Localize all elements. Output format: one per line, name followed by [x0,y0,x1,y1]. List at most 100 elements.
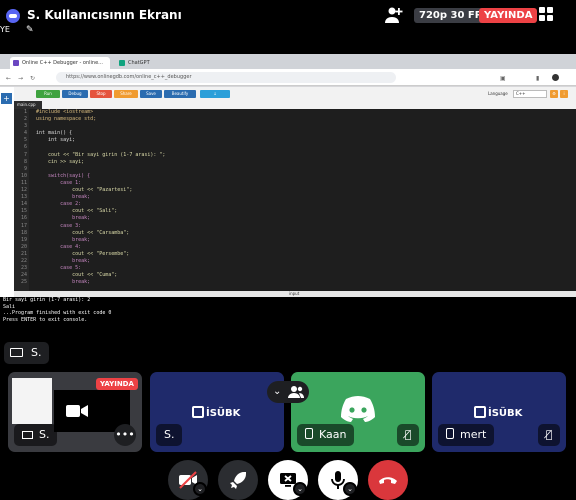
mobile-icon [305,428,313,439]
line-number: 23 [20,265,27,272]
profile-avatar[interactable] [552,74,559,81]
mobile-icon [446,428,454,439]
forward-icon[interactable]: → [18,75,23,82]
participant-name-mert: mert [438,424,495,446]
code-content: #include <iostream> using namespace std; i… [36,109,165,286]
stream-title: S. Kullanıcısının Ekranı [27,8,182,22]
beautify-button[interactable]: Beautify [164,90,196,98]
participant-tile-stream[interactable]: YAYINDA S. ••• [8,372,142,452]
line-number: 20 [20,243,27,250]
line-number-gutter: 1 2 3 4 5 6 7 8 9 10 11 12 13 14 15 16 17 18 19 20 21 22 23 24 2… [14,109,29,291]
url-field[interactable]: https://www.onlinegdb.com/online_c++_deb… [56,72,396,83]
code-line: switch(sayi) { [36,172,91,179]
add-user-icon[interactable] [384,6,404,24]
file-tab[interactable]: main.cpp [14,101,42,109]
mic-muted-icon: 🎙̸ [397,424,419,446]
code-line: cin >> sayi; [36,158,85,165]
back-icon[interactable]: ← [6,75,11,82]
code-line: case 1: [36,179,82,186]
line-number: 16 [20,215,27,222]
top-bar: S. Kullanıcısının Ekranı YE ✎ 720p 30 FP… [0,0,576,54]
code-line: break; [36,279,91,286]
ide-area: + Run Debug Stop Share Save Beautify ↓ L… [0,87,576,368]
participant-tile-s[interactable]: İSÜBK S. [150,372,284,452]
channel-subtitle: YE [0,25,10,34]
new-file-icon[interactable]: + [1,93,12,104]
browser-tab-strip: Online C++ Debugger - online... ChatGPT [0,54,576,69]
screen-share-icon [10,348,23,357]
console-line: Sali [3,303,16,310]
code-line: case 2: [36,201,82,208]
discord-icon [6,9,20,23]
tile-live-badge: YAYINDA [96,378,138,390]
edit-pencil-icon[interactable]: ✎ [26,25,34,35]
run-button[interactable]: Run [36,90,60,98]
language-select[interactable]: C++ [513,90,547,98]
browser-tab-onlinegdb[interactable]: Online C++ Debugger - online... [10,57,110,69]
code-line: cout << "Carsamba"; [36,229,130,236]
line-number: 10 [20,172,27,179]
line-number: 8 [23,158,27,165]
call-controls: ⌄ ⌄ ⌄ [0,452,576,500]
code-line: using namespace std; [36,116,97,123]
isubk-logo: İSÜBK [192,406,240,419]
discord-logo-icon [341,396,375,422]
stream-options-chevron[interactable]: ⌄ [293,482,307,496]
stream-owner-tag: S. [4,342,50,364]
line-number: 21 [20,250,27,257]
extensions-icon[interactable]: ▣ [500,75,506,82]
code-line: cout << "Cuma"; [36,272,118,279]
code-line: case 3: [36,222,82,229]
isubk-logo: İSÜBK [474,406,522,419]
activities-button[interactable] [218,460,258,500]
screen-share-icon [22,431,33,439]
shared-screen[interactable]: Online C++ Debugger - online... ChatGPT … [0,54,576,368]
reload-icon[interactable]: ↻ [30,75,35,82]
participants-icon [288,386,304,398]
collapse-tiles-button[interactable]: ⌄ [267,381,309,403]
address-bar-row: ← → ↻ https://www.onlinegdb.com/online_c… [0,69,576,86]
browser-tab-chatgpt[interactable]: ChatGPT [116,57,186,69]
hang-up-icon [379,477,397,484]
code-editor[interactable]: 1 2 3 4 5 6 7 8 9 10 11 12 13 14 15 16 17 18 19 20 21 22 23 24 2… [14,109,576,291]
live-badge: YAYINDA [479,8,538,23]
share-button[interactable]: Share [114,90,138,98]
info-icon[interactable]: i [560,90,568,98]
line-number: 14 [20,201,27,208]
participant-name-kaan: Kaan [297,424,355,446]
grid-layout-icon[interactable] [539,7,554,22]
participant-tile-kaan[interactable]: Kaan 🎙̸ [291,372,425,452]
console-line: Press ENTER to exit console. [3,316,88,323]
debug-button[interactable]: Debug [62,90,88,98]
code-line: cout << "Persembe"; [36,250,130,257]
save-button[interactable]: Save [140,90,162,98]
line-number: 4 [23,130,27,137]
participant-tile-mert[interactable]: İSÜBK mert 🎙̸ [432,372,566,452]
code-line: break; [36,194,91,201]
participant-name-s-stream: S. [14,424,58,446]
stop-button[interactable]: Stop [90,90,112,98]
line-number: 15 [20,208,27,215]
rocket-icon [230,472,246,489]
chevron-down-icon: ⌄ [273,386,282,397]
disconnect-button[interactable] [368,460,408,500]
settings-icon[interactable]: ⚙ [550,90,558,98]
participant-name-s: S. [156,424,183,446]
code-line: int sayi; [36,137,76,144]
onlinegdb-favicon [13,60,19,66]
line-number: 9 [23,165,27,172]
line-number: 5 [23,137,27,144]
download-button[interactable]: ↓ [200,90,230,98]
code-line: #include <iostream> [36,109,94,115]
console-output[interactable]: Bir sayi girin (1-7 arasi): 2 Sali ...Prog… [0,297,576,368]
camera-options-chevron[interactable]: ⌄ [193,482,207,496]
code-line: cout << "Pazartesi"; [36,187,133,194]
sidebar-icon[interactable]: ▮ [536,75,539,82]
code-line: cout << "Bir sayi girin (1-7 arasi): "; [36,151,166,158]
more-options-icon[interactable]: ••• [114,424,136,446]
stream-preview-thumbnail [12,378,52,424]
mic-options-chevron[interactable]: ⌄ [343,482,357,496]
line-number: 1 [23,109,27,115]
